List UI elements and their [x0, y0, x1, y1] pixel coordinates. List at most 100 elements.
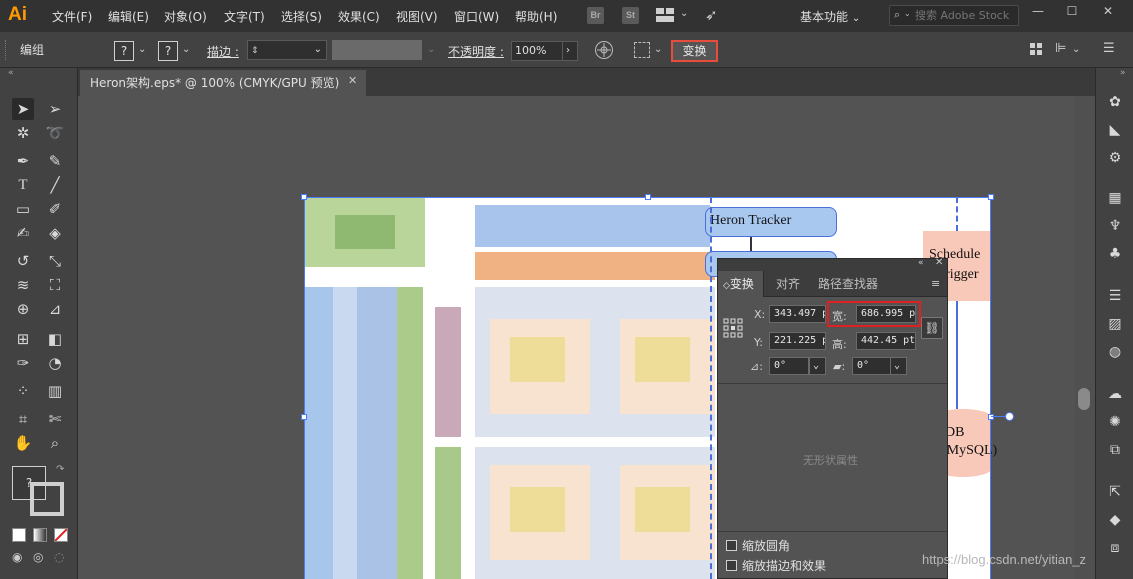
- rocket-icon[interactable]: ➶: [705, 6, 718, 24]
- panel-menu-icon[interactable]: ☰: [1103, 41, 1115, 56]
- close-icon[interactable]: ✕: [935, 257, 943, 268]
- scale-tool-icon[interactable]: ⤡: [44, 250, 66, 272]
- shear-field[interactable]: 0°: [852, 357, 892, 375]
- creative-cloud-icon[interactable]: ☁: [1105, 384, 1125, 404]
- hand-tool-icon[interactable]: ✋: [12, 432, 34, 454]
- chevron-down-icon[interactable]: ⌄: [182, 44, 190, 55]
- draw-behind-icon[interactable]: ◎: [33, 550, 43, 564]
- blend-tool-icon[interactable]: ◔: [44, 352, 66, 374]
- symbol-sprayer-tool-icon[interactable]: ⁘: [12, 380, 34, 402]
- search-input[interactable]: [915, 8, 1018, 23]
- stroke-label[interactable]: 描边 :: [207, 43, 239, 60]
- opacity-label[interactable]: 不透明度 :: [448, 43, 504, 60]
- reference-point-icon[interactable]: [723, 318, 743, 338]
- rotate-tool-icon[interactable]: ↺: [12, 250, 34, 272]
- chevron-down-icon[interactable]: ⌄: [138, 44, 146, 55]
- shaper-tool-icon[interactable]: ✍: [12, 222, 34, 244]
- selection-handle[interactable]: [301, 414, 307, 420]
- color-mode-icon[interactable]: [12, 528, 26, 542]
- symbols-icon[interactable]: ♣: [1105, 244, 1125, 264]
- stroke-panel-icon[interactable]: ☰: [1105, 286, 1125, 306]
- brushes-icon[interactable]: ♆: [1105, 216, 1125, 236]
- mesh-tool-icon[interactable]: ⊞: [12, 328, 34, 350]
- vertical-scrollbar[interactable]: [1075, 96, 1095, 579]
- shape-builder-tool-icon[interactable]: ⊕: [12, 298, 34, 320]
- fill-swatch[interactable]: ?: [114, 41, 134, 61]
- maximize-button[interactable]: ☐: [1061, 2, 1083, 20]
- scale-strokes-checkbox[interactable]: [726, 560, 737, 571]
- height-field[interactable]: 442.45 pt: [856, 332, 916, 350]
- constrain-proportions-icon[interactable]: ⛓: [921, 317, 943, 339]
- y-field[interactable]: 221.225 p: [769, 332, 826, 350]
- isolate-icon[interactable]: ⊫: [1055, 41, 1066, 56]
- scrollbar-thumb[interactable]: [1078, 388, 1090, 410]
- rotate-handle[interactable]: [1005, 412, 1014, 421]
- color-palette-icon[interactable]: ✿: [1105, 92, 1125, 112]
- grid-icon[interactable]: [1030, 43, 1042, 55]
- selection-handle[interactable]: [645, 194, 651, 200]
- pen-tool-icon[interactable]: ✒: [12, 150, 34, 172]
- warp-tool-icon[interactable]: ≋: [12, 274, 34, 296]
- magic-wand-tool-icon[interactable]: ✲: [12, 122, 34, 144]
- zoom-tool-icon[interactable]: ⌕: [44, 432, 66, 454]
- tab-transform[interactable]: ◇变换: [718, 271, 764, 297]
- free-transform-tool-icon[interactable]: ⛶: [44, 274, 66, 296]
- width-field[interactable]: 686.995 p: [856, 305, 916, 323]
- stroke-indicator[interactable]: [30, 482, 64, 516]
- gradient-tool-icon[interactable]: ◧: [44, 328, 66, 350]
- artboard-tool-icon[interactable]: ⌗: [12, 408, 34, 430]
- x-field[interactable]: 343.497 p: [769, 305, 826, 323]
- selection-handle[interactable]: [301, 194, 307, 200]
- collapse-icon[interactable]: «: [918, 258, 924, 268]
- chevron-down-icon[interactable]: ⌄: [809, 357, 826, 375]
- chevron-down-icon[interactable]: ⌄: [654, 44, 662, 55]
- paintbrush-tool-icon[interactable]: ✐: [44, 198, 66, 220]
- selection-handle[interactable]: [988, 414, 994, 420]
- export-icon[interactable]: ⇱: [1105, 482, 1125, 502]
- panel-menu-icon[interactable]: ≡: [931, 277, 940, 290]
- layers-icon[interactable]: ◆: [1105, 510, 1125, 530]
- grip-handle[interactable]: [5, 40, 9, 60]
- eraser-tool-icon[interactable]: ◈: [44, 222, 66, 244]
- close-tab-icon[interactable]: ✕: [348, 74, 357, 87]
- recolor-artwork-icon[interactable]: [595, 41, 613, 59]
- graphic-styles-icon[interactable]: ⧉: [1105, 440, 1125, 460]
- gradient-panel-icon[interactable]: ▨: [1105, 314, 1125, 334]
- swap-icon[interactable]: ↷: [56, 464, 64, 475]
- slice-tool-icon[interactable]: ✄: [44, 408, 66, 430]
- lasso-tool-icon[interactable]: ➰: [44, 122, 66, 144]
- swatches-icon[interactable]: ▦: [1105, 188, 1125, 208]
- type-tool-icon[interactable]: T: [12, 174, 34, 196]
- direct-selection-tool-icon[interactable]: ➢: [44, 98, 66, 120]
- chevron-right-icon[interactable]: ›: [562, 41, 578, 61]
- artboards-icon[interactable]: ⧈: [1105, 538, 1125, 558]
- selection-tool-icon[interactable]: ➤: [12, 98, 34, 120]
- arrange-documents-icon[interactable]: [656, 8, 674, 22]
- collapse-icon[interactable]: «: [8, 68, 14, 78]
- chevron-down-icon[interactable]: ⌄: [427, 44, 435, 55]
- panel-header[interactable]: « ✕: [718, 257, 947, 271]
- opacity-field[interactable]: 100%: [511, 41, 566, 61]
- selection-handle[interactable]: [988, 194, 994, 200]
- stroke-weight-field[interactable]: ⇕ ⌄: [247, 40, 327, 60]
- menu-select[interactable]: 选择(S): [281, 8, 322, 26]
- menu-effect[interactable]: 效果(C): [338, 8, 380, 26]
- menu-window[interactable]: 窗口(W): [454, 8, 499, 26]
- document-tab[interactable]: Heron架构.eps* @ 100% (CMYK/GPU 预览): [80, 70, 366, 96]
- color-guide-icon[interactable]: ◣: [1105, 120, 1125, 140]
- menu-view[interactable]: 视图(V): [396, 8, 438, 26]
- minimize-button[interactable]: —: [1027, 2, 1049, 20]
- workspace-switcher[interactable]: 基本功能 ⌄: [800, 8, 860, 25]
- transparency-panel-icon[interactable]: ◍: [1105, 342, 1125, 362]
- align-icon[interactable]: [634, 42, 650, 58]
- eyedropper-tool-icon[interactable]: ✑: [12, 352, 34, 374]
- curvature-tool-icon[interactable]: ✎: [44, 150, 66, 172]
- graph-tool-icon[interactable]: ▥: [44, 380, 66, 402]
- appearance-icon[interactable]: ✺: [1105, 412, 1125, 432]
- line-tool-icon[interactable]: ╱: [44, 174, 66, 196]
- chevron-down-icon[interactable]: ⌄: [890, 357, 907, 375]
- menu-edit[interactable]: 编辑(E): [108, 8, 149, 26]
- collapse-icon[interactable]: »: [1120, 68, 1126, 78]
- draw-normal-icon[interactable]: ◉: [12, 550, 22, 564]
- chevron-down-icon[interactable]: ⌄: [680, 8, 688, 19]
